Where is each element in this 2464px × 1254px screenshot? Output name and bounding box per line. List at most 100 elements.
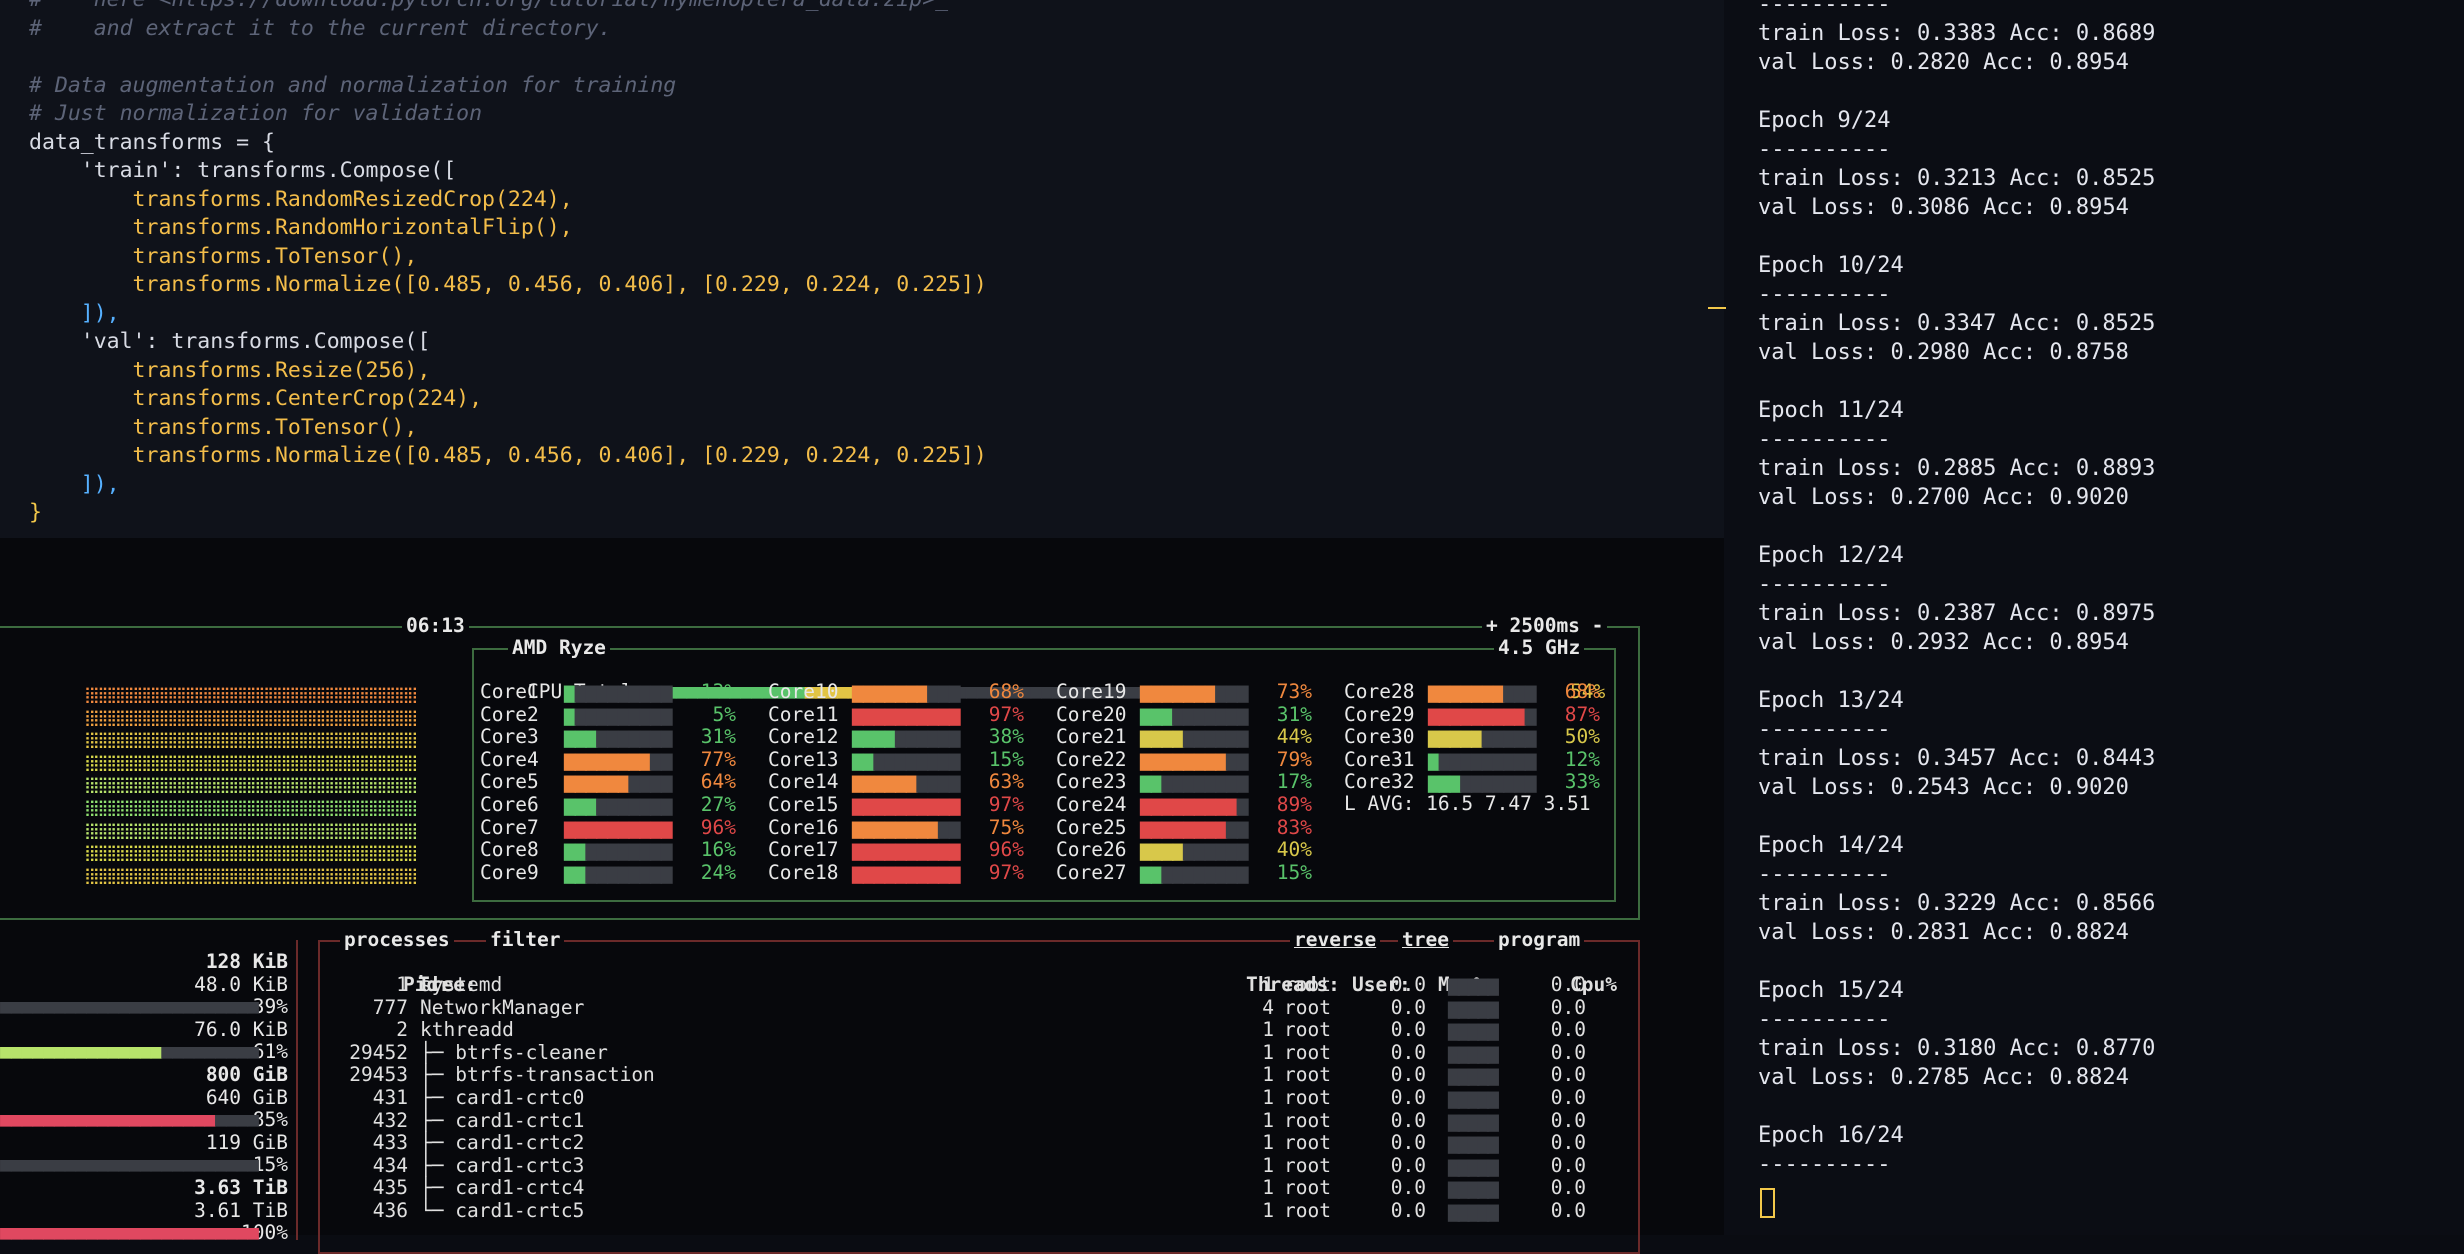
process-mem: 0.0 xyxy=(1390,1018,1426,1042)
cpu-core-percent: 24% xyxy=(700,860,736,884)
process-pid: 435 xyxy=(372,1176,408,1200)
memory-value: 800 GiB xyxy=(205,1063,288,1086)
process-mem-bar: ▆▆▆▆▆ xyxy=(1448,1108,1499,1132)
memory-line: 76.0 KiB xyxy=(0,1018,288,1042)
process-mem: 0.0 xyxy=(1390,1199,1426,1222)
tab-filter[interactable]: filter xyxy=(486,928,565,951)
sort-program[interactable]: program xyxy=(1494,928,1585,951)
terminal-line: train Loss: 0.2387 Acc: 0.8975 xyxy=(1758,601,2156,626)
cpu-core-percent: 31% xyxy=(700,725,736,749)
terminal-line: Epoch 13/24 xyxy=(1758,688,1904,713)
memory-bar: ■■■■■■■■■■■■■■■■■■■■■■■■ xyxy=(0,995,259,1019)
cpu-core-name: Core18 xyxy=(768,860,839,884)
cpu-core-row: Core24 ▆▆▆▆▆▆▆▆▆▆ 89% xyxy=(1056,793,1312,817)
cpu-core-name: Core16 xyxy=(768,815,839,839)
cpu-core-row: Core2 ▆▆▆▆▆▆▆▆▆▆ 5% xyxy=(480,703,736,727)
cpu-core-bar: ▆▆▆▆▆▆▆▆▆▆ xyxy=(852,747,960,771)
cpu-core-percent: 33% xyxy=(1564,770,1600,794)
cpu-core-name: Core8 xyxy=(480,838,539,862)
cpu-core-name: Core9 xyxy=(480,860,539,884)
terminal-line: train Loss: 0.3229 Acc: 0.8566 xyxy=(1758,891,2156,916)
terminal-line: ---------- xyxy=(1758,282,1891,307)
code-line: # Data augmentation and normalization fo… xyxy=(29,72,677,98)
cpu-core-bar: ▆▆▆▆▆▆▆▆▆▆ xyxy=(852,838,960,862)
memory-line: ■■■■■■■■■■■■■■■■■■■■■■■■ 100% xyxy=(0,1221,288,1245)
btop-monitor-pane[interactable]: 06:13 + 2500ms - ⣿⣿⣿⣿⣿⣿⣿⣿⣿⣿⣿⣿⣿⣿⣿⣿⣿⣿⣿⣿⣿⣿⣿… xyxy=(0,538,1724,1254)
code-editor-pane[interactable]: # here <https://download.pytorch.org/tut… xyxy=(0,0,1724,538)
process-pid: 2 xyxy=(396,1018,408,1042)
process-th: 1 xyxy=(1262,1018,1274,1042)
process-mem-bar: ▆▆▆▆▆ xyxy=(1448,1086,1499,1109)
cpu-core-row: Core32 ▆▆▆▆▆▆▆▆▆▆ 33% xyxy=(1344,770,1600,794)
cpu-core-percent: 5% xyxy=(712,702,736,726)
process-name: ├─ card1-crtc0 xyxy=(420,1086,585,1109)
cpu-core-name: Core1 xyxy=(480,680,539,703)
cpu-core-percent: 31% xyxy=(1276,702,1312,726)
process-user: root xyxy=(1284,1176,1331,1200)
terminal-line: ---------- xyxy=(1758,717,1891,742)
process-mem-bar: ▆▆▆▆▆ xyxy=(1448,1199,1499,1222)
toggle-tree[interactable]: tree xyxy=(1398,928,1453,951)
code-line: data_transforms = { xyxy=(29,129,275,155)
cpu-core-percent: 89% xyxy=(1276,793,1312,816)
cpu-core-percent: 73% xyxy=(1276,680,1312,703)
cpu-core-name: Core30 xyxy=(1344,725,1415,749)
process-cpu: 0.0 xyxy=(1550,1040,1586,1064)
code-line: transforms.CenterCrop(224), xyxy=(29,386,483,411)
memory-line: 3.61 TiB xyxy=(0,1199,288,1223)
tab-processes[interactable]: processes xyxy=(340,928,454,951)
cpu-core-name: Core6 xyxy=(480,793,539,816)
cpu-core-row: Core20 ▆▆▆▆▆▆▆▆▆▆ 31% xyxy=(1056,703,1312,727)
cpu-core-percent: 97% xyxy=(988,702,1024,726)
process-name: kthreadd xyxy=(420,1018,514,1042)
cpu-core-bar: ▆▆▆▆▆▆▆▆▆▆ xyxy=(564,793,672,816)
cpu-core-bar: ▆▆▆▆▆▆▆▆▆▆ xyxy=(852,702,960,726)
process-th: 1 xyxy=(1262,1153,1274,1177)
cpu-core-bar: ▆▆▆▆▆▆▆▆▆▆ xyxy=(1140,860,1248,884)
terminal-line: ---------- xyxy=(1758,572,1891,597)
process-user: root xyxy=(1284,1108,1331,1132)
process-cpu: 0.0 xyxy=(1550,1086,1586,1109)
terminal-line: Epoch 15/24 xyxy=(1758,978,1904,1003)
process-pid: 777 xyxy=(372,995,408,1019)
memory-value: 39% xyxy=(252,995,288,1019)
cpu-core-bar: ▆▆▆▆▆▆▆▆▆▆ xyxy=(564,815,672,839)
memory-line: 3.63 TiB xyxy=(0,1176,288,1200)
cpu-core-name: Core32 xyxy=(1344,770,1415,794)
cpu-core-bar: ▆▆▆▆▆▆▆▆▆▆ xyxy=(1428,680,1536,703)
code-line: # here <https://download.pytorch.org/tut… xyxy=(29,0,948,14)
code-line: transforms.Resize(256), xyxy=(29,357,431,383)
cpu-core-row: Core28 ▆▆▆▆▆▆▆▆▆▆ 68% xyxy=(1344,680,1600,704)
code-line: 'val': transforms.Compose([ xyxy=(29,329,431,354)
cpu-core-name: Core21 xyxy=(1056,725,1127,749)
terminal-line: val Loss: 0.2785 Acc: 0.8824 xyxy=(1758,1065,2129,1090)
memory-value: 85% xyxy=(252,1108,288,1132)
clock: 06:13 xyxy=(402,614,469,637)
cpu-frequency: 4.5 GHz xyxy=(1494,636,1585,659)
cpu-core-bar: ▆▆▆▆▆▆▆▆▆▆ xyxy=(1140,793,1248,816)
terminal-line: train Loss: 0.3383 Acc: 0.8689 xyxy=(1758,21,2156,46)
process-mem: 0.0 xyxy=(1390,1176,1426,1200)
terminal-line: val Loss: 0.2820 Acc: 0.8954 xyxy=(1758,50,2129,75)
process-name: ├─ card1-crtc2 xyxy=(420,1131,585,1155)
cpu-core-row: Core25 ▆▆▆▆▆▆▆▆▆▆ 83% xyxy=(1056,816,1312,840)
process-th: 1 xyxy=(1262,1086,1274,1109)
terminal-line: train Loss: 0.2885 Acc: 0.8893 xyxy=(1758,456,2156,481)
update-interval[interactable]: + 2500ms - xyxy=(1482,614,1608,637)
terminal-line: train Loss: 0.3457 Acc: 0.8443 xyxy=(1758,746,2156,771)
process-pid: 434 xyxy=(372,1153,408,1177)
process-mem-bar: ▆▆▆▆▆ xyxy=(1448,995,1499,1019)
cpu-core-bar: ▆▆▆▆▆▆▆▆▆▆ xyxy=(1140,838,1248,862)
process-mem-bar: ▆▆▆▆▆ xyxy=(1448,1131,1499,1155)
process-cpu: 0.0 xyxy=(1550,973,1586,996)
cpu-core-bar: ▆▆▆▆▆▆▆▆▆▆ xyxy=(852,770,960,794)
cpu-core-percent: 64% xyxy=(700,770,736,794)
toggle-reverse[interactable]: reverse xyxy=(1290,928,1381,951)
process-pid: 433 xyxy=(372,1131,408,1155)
process-mem: 0.0 xyxy=(1390,995,1426,1019)
process-cpu: 0.0 xyxy=(1550,1176,1586,1200)
memory-line: 48.0 KiB xyxy=(0,973,288,997)
process-name: ├─ card1-crtc4 xyxy=(420,1176,585,1200)
terminal-pane[interactable]: ---------- train Loss: 0.3383 Acc: 0.8689… xyxy=(1724,0,2464,1235)
cpu-core-percent: 77% xyxy=(700,747,736,771)
